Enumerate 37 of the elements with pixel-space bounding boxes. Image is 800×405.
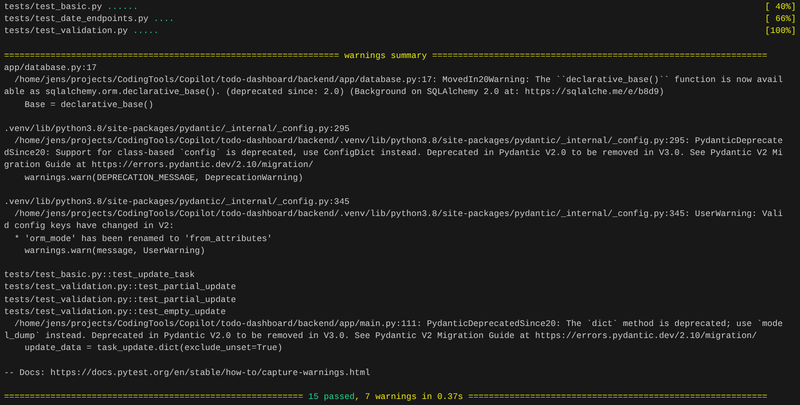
- log-line: d config keys have changed in V2:: [4, 220, 174, 233]
- separator-rule: ==========================================================: [4, 391, 304, 404]
- separator-rule: =================================================================: [432, 50, 768, 62]
- log-line: -- Docs: https://docs.pytest.org/en/stable/how-to/capture-warnings.html: [4, 366, 370, 379]
- progress-percent: [ 66%]: [765, 13, 796, 26]
- log-line: warnings.warn(DEPRECATION_MESSAGE, DeprecationWarning): [24, 172, 304, 184]
- log-line: /home/jens/projects/CodingTools/Copilot/todo-dashboard/backend/app/database.py:17: MovedIn20Warning: The ``declarative_base()`` function is now avail: [13, 74, 783, 86]
- log-line: /home/jens/projects/CodingTools/Copilot/todo-dashboard/backend/.venv/lib/python3.8/site-packages/pydantic/_internal/_config.py:345: UserWarning: Vali: [13, 208, 783, 220]
- log-line: tests/test_validation.py::test_partial_update: [4, 281, 236, 294]
- summary-text: 15 passed, 7 warnings in 0.37s: [308, 391, 464, 404]
- log-line: dSince20: Support for class-based `config` is deprecated, use ConfigDict instead. Deprecated in Pydantic V2.0 to be removed in V3.0. See Pydantic V2 Mi: [4, 147, 783, 160]
- log-line: warnings.warn(message, UserWarning): [24, 244, 206, 257]
- progress-dots: ....: [154, 13, 174, 26]
- test-file-path: tests/test_date_endpoints.py: [4, 13, 148, 26]
- log-line: .venv/lib/python3.8/site-packages/pydantic/_internal/_config.py:345: [4, 196, 350, 208]
- log-line: Base = declarative_base(): [24, 98, 154, 111]
- test-file-path: tests/test_basic.py: [4, 1, 102, 14]
- progress-dots: .....: [132, 25, 159, 38]
- progress-dots: ......: [107, 1, 138, 14]
- log-line: tests/test_validation.py::test_partial_update: [4, 294, 236, 306]
- log-line: able as sqlalchemy.orm.declarative_base(). (deprecated since: 2.0) (Background on SQLAlchemy 2.0 at: https://sqlalche.me/e/b8d9): [4, 86, 664, 99]
- log-line: update_data = task_update.dict(exclude_unset=True): [24, 342, 282, 354]
- log-line: l_dump` instead. Deprecated in Pydantic V2.0 to be removed in V3.0. See Pydantic V2 Migration Guide at https://errors.pydantic.dev/2.10/migration/: [4, 330, 757, 342]
- log-line: .venv/lib/python3.8/site-packages/pydantic/_internal/_config.py:295: [4, 122, 350, 136]
- separator-rule: =================================================================: [4, 50, 340, 62]
- section-title: warnings summary: [344, 50, 427, 62]
- log-line: tests/test_basic.py::test_update_task: [4, 269, 195, 282]
- log-line: tests/test_validation.py::test_empty_update: [4, 306, 226, 318]
- test-file-path: tests/test_validation.py: [4, 25, 128, 38]
- log-line: /home/jens/projects/CodingTools/Copilot/todo-dashboard/backend/app/main.py:111: PydanticDeprecatedSince20: The `dict` method is deprecated; use `mode: [13, 318, 783, 330]
- log-line: * 'orm_mode' has been renamed to 'from_attributes': [13, 232, 272, 245]
- progress-percent: [100%]: [765, 25, 796, 38]
- log-line: /home/jens/projects/CodingTools/Copilot/todo-dashboard/backend/.venv/lib/python3.8/site-packages/pydantic/_internal/_config.py:295: PydanticDeprecate: [13, 135, 783, 148]
- separator-rule: ==========================================================: [468, 391, 768, 404]
- log-line: app/database.py:17: [4, 62, 97, 74]
- log-line: gration Guide at https://errors.pydantic.dev/2.10/migration/: [4, 159, 314, 172]
- progress-percent: [ 40%]: [765, 1, 796, 14]
